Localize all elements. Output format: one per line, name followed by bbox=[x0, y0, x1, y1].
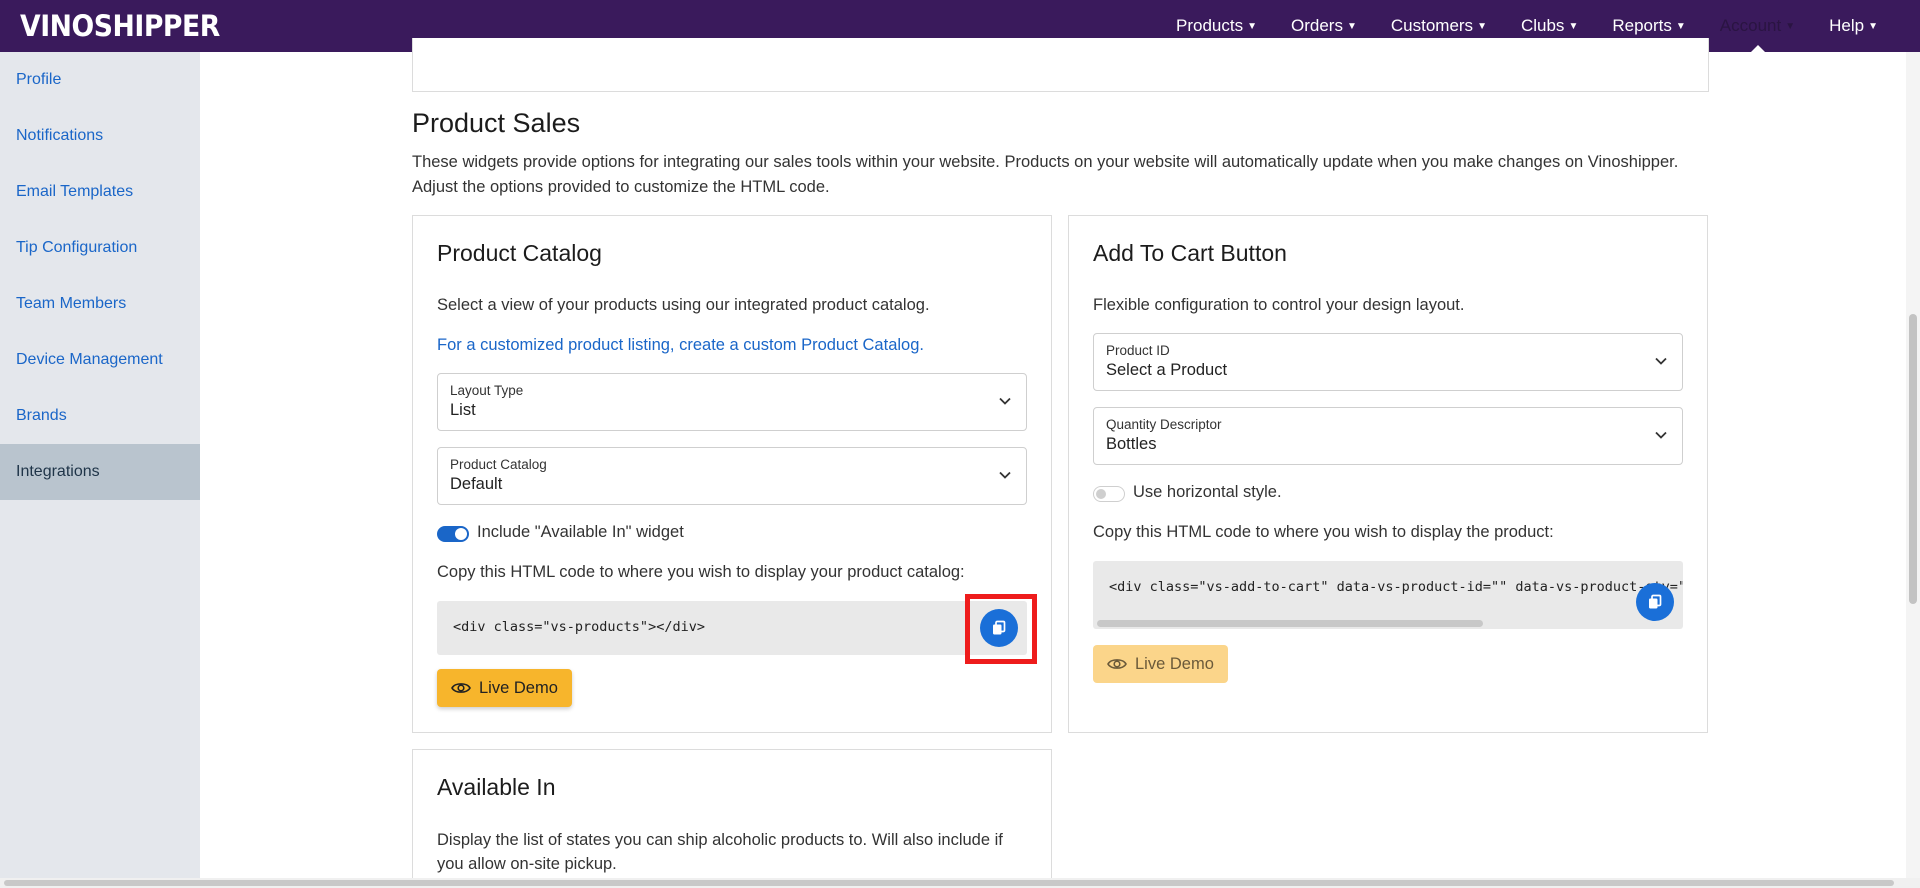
add-to-cart-code-text: <div class="vs-add-to-cart" data-vs-prod… bbox=[1109, 579, 1683, 595]
toggle-knob bbox=[1096, 489, 1106, 499]
add-to-cart-copy-instructions: Copy this HTML code to where you wish to… bbox=[1093, 523, 1554, 541]
product-catalog-select[interactable]: Product Catalog Default bbox=[437, 447, 1027, 505]
catalog-live-demo-label: Live Demo bbox=[479, 678, 558, 697]
chevron-down-icon bbox=[1655, 431, 1667, 439]
section-title: Product Sales bbox=[412, 108, 581, 138]
sidebar: Profile Notifications Email Templates Ti… bbox=[0, 52, 200, 888]
eye-icon bbox=[451, 683, 471, 693]
product-catalog-title: Product Catalog bbox=[437, 240, 602, 266]
catalog-copy-instructions: Copy this HTML code to where you wish to… bbox=[437, 563, 965, 581]
add-to-cart-code-block: <div class="vs-add-to-cart" data-vs-prod… bbox=[1093, 561, 1683, 629]
product-catalog-card: Product Catalog Select a view of your pr… bbox=[412, 215, 1052, 733]
sidebar-item-email-templates[interactable]: Email Templates bbox=[0, 164, 200, 220]
product-id-label: Product ID bbox=[1106, 343, 1170, 358]
nav-products-label: Products bbox=[1176, 16, 1244, 35]
copy-add-to-cart-code-button[interactable] bbox=[1636, 583, 1674, 621]
sidebar-item-notifications[interactable]: Notifications bbox=[0, 108, 200, 164]
quantity-descriptor-value: Bottles bbox=[1106, 435, 1157, 453]
copy-icon bbox=[1649, 594, 1662, 609]
available-in-toggle-label: Include "Available In" widget bbox=[477, 523, 684, 541]
catalog-code-text: <div class="vs-products"></div> bbox=[453, 619, 705, 635]
available-in-toggle[interactable] bbox=[437, 526, 469, 542]
caret-down-icon: ▼ bbox=[1477, 20, 1487, 32]
vertical-scrollbar[interactable] bbox=[1906, 52, 1920, 878]
eye-icon bbox=[1107, 659, 1127, 669]
layout-type-select[interactable]: Layout Type List bbox=[437, 373, 1027, 431]
vinoshipper-logo[interactable]: VINOSHIPPER bbox=[20, 9, 220, 43]
quantity-descriptor-label: Quantity Descriptor bbox=[1106, 417, 1222, 432]
sidebar-item-team-members[interactable]: Team Members bbox=[0, 276, 200, 332]
caret-down-icon: ▼ bbox=[1675, 20, 1686, 32]
caret-down-icon: ▼ bbox=[1785, 20, 1796, 32]
caret-down-icon: ▼ bbox=[1247, 20, 1257, 32]
vertical-scroll-thumb[interactable] bbox=[1909, 314, 1917, 604]
sidebar-item-brands[interactable]: Brands bbox=[0, 388, 200, 444]
chevron-down-icon bbox=[1655, 357, 1667, 365]
nav-help[interactable]: Help ▼ bbox=[1829, 0, 1878, 52]
caret-down-icon: ▼ bbox=[1868, 20, 1878, 32]
layout-type-value: List bbox=[450, 401, 476, 419]
copy-button-highlight bbox=[965, 594, 1037, 664]
horizontal-scrollbar[interactable] bbox=[0, 878, 1920, 888]
product-id-select[interactable]: Product ID Select a Product bbox=[1093, 333, 1683, 391]
nav-account[interactable]: Account ▼ bbox=[1719, 0, 1796, 53]
nav-account-label: Account bbox=[1719, 16, 1782, 35]
nav-clubs-label: Clubs bbox=[1520, 16, 1565, 35]
product-catalog-label: Product Catalog bbox=[450, 457, 547, 472]
sidebar-item-device-management[interactable]: Device Management bbox=[0, 332, 200, 388]
sidebar-item-tip-configuration[interactable]: Tip Configuration bbox=[0, 220, 200, 276]
sidebar-item-integrations[interactable]: Integrations bbox=[0, 444, 200, 500]
nav-help-label: Help bbox=[1829, 16, 1865, 35]
available-in-title: Available In bbox=[437, 774, 556, 800]
toggle-knob bbox=[455, 528, 467, 540]
sidebar-item-profile[interactable]: Profile bbox=[0, 52, 200, 108]
product-catalog-value: Default bbox=[450, 475, 503, 493]
nav-customers-label: Customers bbox=[1390, 16, 1474, 35]
product-id-value: Select a Product bbox=[1106, 361, 1228, 379]
section-description: These widgets provide options for integr… bbox=[412, 153, 1679, 196]
layout-type-label: Layout Type bbox=[450, 383, 524, 398]
product-catalog-description: Select a view of your products using our… bbox=[437, 296, 930, 314]
horizontal-style-toggle[interactable] bbox=[1093, 486, 1125, 502]
caret-down-icon: ▼ bbox=[1346, 20, 1357, 32]
chevron-down-icon bbox=[999, 397, 1011, 405]
previous-section-card bbox=[412, 38, 1709, 92]
add-to-cart-description: Flexible configuration to control your d… bbox=[1093, 296, 1465, 314]
add-to-cart-card: Add To Cart Button Flexible configuratio… bbox=[1068, 215, 1708, 733]
available-in-card: Available In Display the list of states … bbox=[412, 749, 1052, 879]
horizontal-scroll-thumb[interactable] bbox=[4, 880, 1894, 886]
caret-down-icon: ▼ bbox=[1568, 20, 1579, 32]
catalog-live-demo-button[interactable]: Live Demo bbox=[437, 669, 572, 707]
code-scrollbar[interactable] bbox=[1097, 620, 1483, 627]
nav-orders-label: Orders bbox=[1291, 16, 1343, 35]
custom-catalog-link[interactable]: For a customized product listing, create… bbox=[437, 336, 924, 355]
quantity-descriptor-select[interactable]: Quantity Descriptor Bottles bbox=[1093, 407, 1683, 465]
chevron-down-icon bbox=[999, 471, 1011, 479]
horizontal-style-toggle-label: Use horizontal style. bbox=[1133, 483, 1282, 501]
add-to-cart-title: Add To Cart Button bbox=[1093, 240, 1287, 266]
nav-reports-label: Reports bbox=[1612, 16, 1672, 35]
catalog-code-block: <div class="vs-products"></div> bbox=[437, 601, 1027, 655]
available-in-description: Display the list of states you can ship … bbox=[437, 831, 1003, 873]
add-to-cart-live-demo-label: Live Demo bbox=[1135, 654, 1214, 673]
add-to-cart-live-demo-button[interactable]: Live Demo bbox=[1093, 645, 1228, 683]
